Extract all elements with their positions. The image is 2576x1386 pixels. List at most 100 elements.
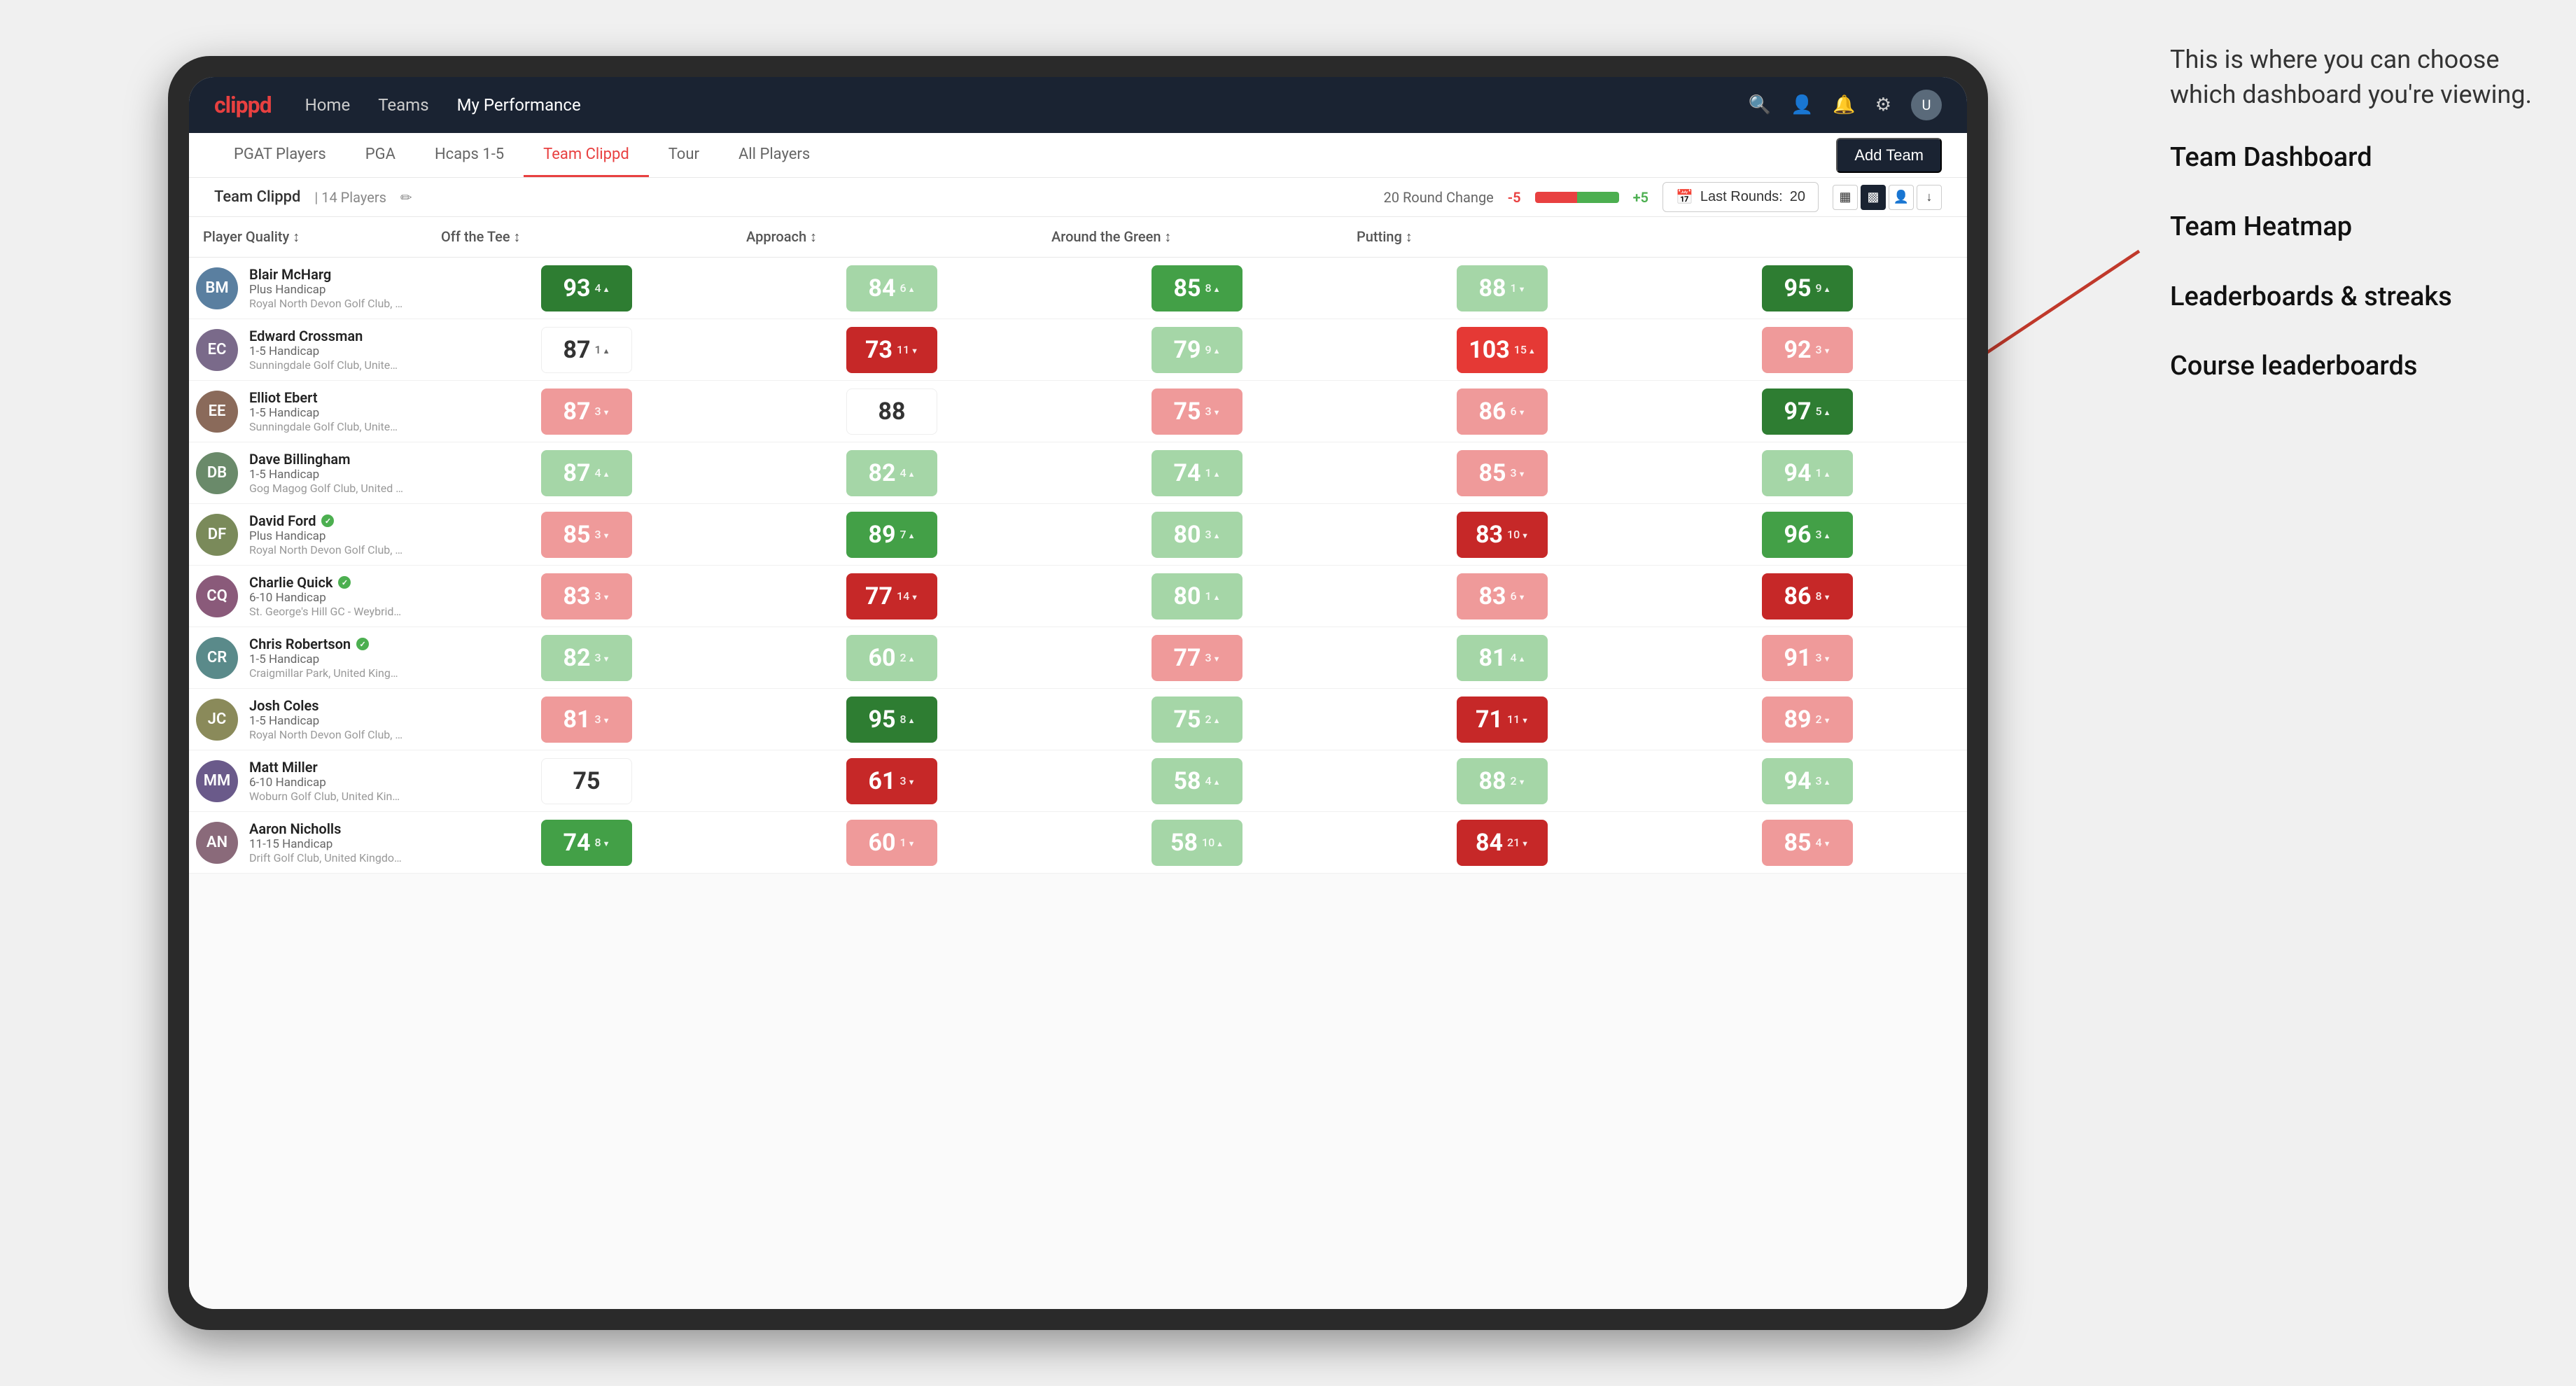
score-box: 853 bbox=[1457, 450, 1548, 496]
score-change: 4 bbox=[1816, 836, 1831, 849]
col-around-green[interactable]: Around the Green ↕ bbox=[1044, 217, 1350, 257]
col-approach[interactable]: Approach ↕ bbox=[739, 217, 1044, 257]
score-cell: 854 bbox=[1655, 814, 1960, 872]
score-change: 5 bbox=[1816, 405, 1831, 418]
player-club: Royal North Devon Golf Club, United King… bbox=[249, 297, 403, 310]
round-change-label: 20 Round Change bbox=[1384, 189, 1494, 206]
player-details: David Ford✓Plus HandicapRoyal North Devo… bbox=[249, 512, 403, 556]
score-change: 11 bbox=[897, 343, 918, 356]
last-rounds-button[interactable]: 📅 Last Rounds: 20 bbox=[1662, 182, 1819, 212]
score-box: 613 bbox=[846, 758, 937, 804]
col-putting[interactable]: Putting ↕ bbox=[1350, 217, 1655, 257]
player-info[interactable]: CRChris Robertson✓1-5 HandicapCraigmilla… bbox=[196, 627, 434, 688]
add-team-button[interactable]: Add Team bbox=[1836, 138, 1942, 173]
player-info[interactable]: ANAaron Nicholls11-15 HandicapDrift Golf… bbox=[196, 812, 434, 873]
player-info[interactable]: CQCharlie Quick✓6-10 HandicapSt. George'… bbox=[196, 566, 434, 626]
score-value: 86 bbox=[1479, 398, 1506, 426]
player-info[interactable]: ECEdward Crossman1-5 HandicapSunningdale… bbox=[196, 319, 434, 380]
score-change: 8 bbox=[900, 713, 916, 726]
score-change: 9 bbox=[1205, 343, 1221, 356]
arrow-up-icon bbox=[603, 281, 610, 295]
tab-pga[interactable]: PGA bbox=[346, 133, 415, 177]
avatar: JC bbox=[196, 699, 238, 741]
score-value: 80 bbox=[1174, 582, 1201, 610]
score-change: 2 bbox=[1511, 774, 1526, 788]
score-box: 846 bbox=[846, 265, 937, 312]
score-box: 868 bbox=[1762, 573, 1853, 620]
score-box: 873 bbox=[541, 388, 632, 435]
score-cell: 873 bbox=[434, 383, 739, 440]
arrow-down-icon bbox=[908, 836, 916, 849]
player-name: Josh Coles bbox=[249, 697, 403, 714]
player-info[interactable]: DBDave Billingham1-5 HandicapGog Magog G… bbox=[196, 442, 434, 503]
score-box: 941 bbox=[1762, 450, 1853, 496]
dashboard-options: Team Dashboard Team Heatmap Leaderboards… bbox=[2170, 141, 2534, 384]
tab-all-players[interactable]: All Players bbox=[719, 133, 830, 177]
arrow-down-icon bbox=[911, 343, 918, 356]
player-club: St. George's Hill GC - Weybridge - Surre… bbox=[249, 605, 403, 618]
player-name: Charlie Quick✓ bbox=[249, 574, 403, 591]
score-change: 1 bbox=[1205, 589, 1221, 603]
score-change: 2 bbox=[900, 651, 916, 664]
score-change: 3 bbox=[1205, 528, 1221, 541]
avatar: EC bbox=[196, 329, 238, 371]
score-change: 10 bbox=[1202, 836, 1224, 849]
table-row: JCJosh Coles1-5 HandicapRoyal North Devo… bbox=[189, 689, 1967, 750]
score-change: 4 bbox=[900, 466, 916, 479]
player-name: Chris Robertson✓ bbox=[249, 636, 403, 652]
score-cell: 868 bbox=[1655, 568, 1960, 625]
col-off-tee[interactable]: Off the Tee ↕ bbox=[434, 217, 739, 257]
arrow-down-icon bbox=[1823, 713, 1831, 726]
col-player-quality[interactable]: Player Quality ↕ bbox=[196, 217, 434, 257]
avatar[interactable]: U bbox=[1911, 90, 1942, 120]
player-info[interactable]: MMMatt Miller6-10 HandicapWoburn Golf Cl… bbox=[196, 750, 434, 811]
bell-icon[interactable]: 🔔 bbox=[1833, 94, 1855, 115]
arrow-down-icon bbox=[603, 589, 610, 603]
score-box: 5810 bbox=[1152, 820, 1242, 866]
player-club: Royal North Devon Golf Club, United King… bbox=[249, 543, 403, 556]
profile-icon[interactable]: 👤 bbox=[1791, 94, 1813, 115]
view-grid-icon[interactable]: ▦ bbox=[1833, 185, 1858, 210]
settings-icon[interactable]: ⚙ bbox=[1875, 94, 1891, 115]
player-info[interactable]: JCJosh Coles1-5 HandicapRoyal North Devo… bbox=[196, 689, 434, 750]
arrow-up-icon bbox=[1213, 713, 1221, 726]
view-heatmap-icon[interactable]: ▩ bbox=[1861, 185, 1886, 210]
arrow-up-icon bbox=[1823, 405, 1831, 418]
score-cell: 10315 bbox=[1350, 321, 1655, 379]
score-change: 3 bbox=[1816, 774, 1831, 788]
score-cell: 80 1 bbox=[1044, 568, 1350, 625]
arrow-up-icon bbox=[1823, 774, 1831, 788]
arrow-up-icon bbox=[908, 713, 916, 726]
dashboard-option-4: Course leaderboards bbox=[2170, 349, 2534, 384]
score-value: 75 bbox=[1174, 706, 1201, 734]
score-box: 7311 bbox=[846, 327, 937, 373]
tab-team-clippd[interactable]: Team Clippd bbox=[524, 133, 649, 177]
player-handicap: Plus Handicap bbox=[249, 283, 403, 297]
search-icon[interactable]: 🔍 bbox=[1749, 94, 1771, 115]
nav-item-myperformance[interactable]: My Performance bbox=[457, 95, 581, 115]
edit-icon[interactable]: ✏ bbox=[400, 189, 412, 206]
view-download-icon[interactable]: ↓ bbox=[1917, 185, 1942, 210]
player-name: Edward Crossman bbox=[249, 328, 403, 344]
score-value: 83 bbox=[564, 582, 591, 610]
player-info[interactable]: EEElliot Ebert1-5 HandicapSunningdale Go… bbox=[196, 381, 434, 442]
score-value: 60 bbox=[869, 829, 896, 857]
arrow-up-icon bbox=[1213, 466, 1221, 479]
player-details: Charlie Quick✓6-10 HandicapSt. George's … bbox=[249, 574, 403, 618]
tab-hcaps[interactable]: Hcaps 1-5 bbox=[415, 133, 524, 177]
score-change: 10 bbox=[1507, 528, 1529, 541]
player-info[interactable]: BMBlair McHargPlus HandicapRoyal North D… bbox=[196, 258, 434, 318]
view-person-icon[interactable]: 👤 bbox=[1889, 185, 1914, 210]
score-value: 71 bbox=[1476, 706, 1503, 734]
nav-item-teams[interactable]: Teams bbox=[378, 95, 428, 115]
tab-pgat-players[interactable]: PGAT Players bbox=[214, 133, 346, 177]
tab-tour[interactable]: Tour bbox=[649, 133, 719, 177]
score-box: 913 bbox=[1762, 635, 1853, 681]
score-cell: 871 bbox=[434, 321, 739, 379]
nav-items: Home Teams My Performance bbox=[305, 95, 1749, 115]
score-box: 833 bbox=[541, 573, 632, 620]
dashboard-option-3: Leaderboards & streaks bbox=[2170, 280, 2534, 314]
player-handicap: Plus Handicap bbox=[249, 529, 403, 543]
player-info[interactable]: DFDavid Ford✓Plus HandicapRoyal North De… bbox=[196, 504, 434, 565]
nav-item-home[interactable]: Home bbox=[305, 95, 351, 115]
